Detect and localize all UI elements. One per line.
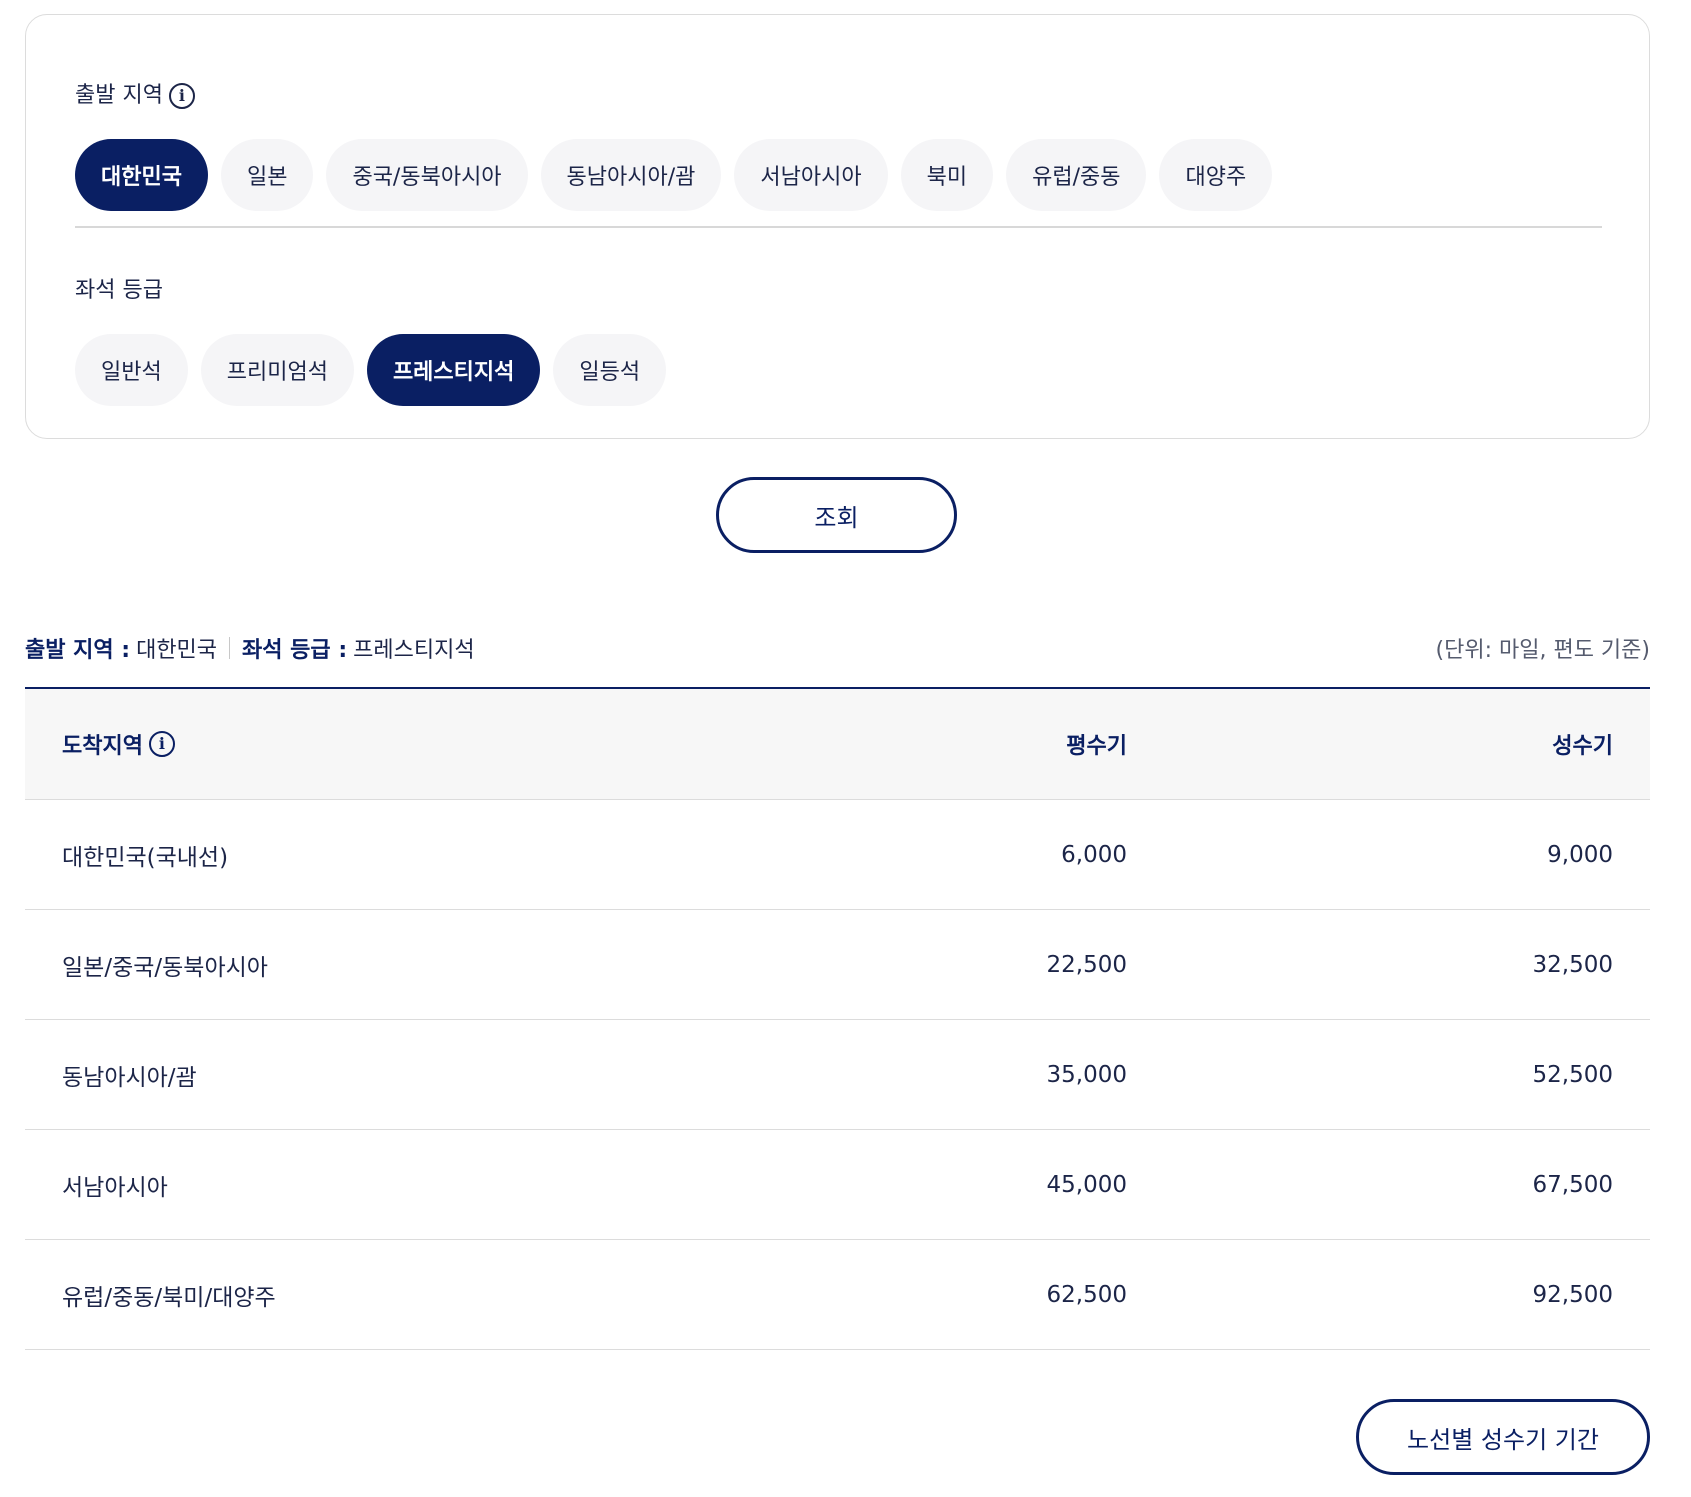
departure-chip-north-america[interactable]: 북미 [900, 139, 994, 211]
info-icon[interactable]: i [168, 83, 195, 109]
class-section-label: 좌석 등급 [75, 280, 163, 302]
unit-note: (단위: 마일, 편도 기준) [1435, 638, 1650, 663]
search-button[interactable]: 조회 [716, 477, 957, 553]
departure-chip-korea[interactable]: 대한민국 [75, 139, 208, 211]
section-divider [75, 226, 1602, 228]
table-row: 서남아시아 45,000 67,500 [25, 1130, 1650, 1240]
departure-label: 출발 지역 [75, 83, 163, 108]
class-chip-prestige[interactable]: 프레스티지석 [366, 334, 541, 406]
table-header: 도착지역 i 평수기 성수기 [25, 687, 1650, 800]
header-destination: 도착지역 i [62, 728, 175, 760]
departure-section-label: 출발 지역 i [75, 83, 195, 109]
table-row: 동남아시아/괌 35,000 52,500 [25, 1020, 1650, 1130]
peak-period-button[interactable]: 노선별 성수기 기간 [1356, 1399, 1650, 1475]
row-peak: 52,500 [1532, 1061, 1613, 1088]
summary-departure-key: 출발 지역 : [25, 638, 131, 663]
header-destination-label: 도착지역 [62, 734, 143, 759]
class-label: 좌석 등급 [75, 278, 163, 303]
row-off-peak: 6,000 [1061, 841, 1127, 868]
row-destination: 대한민국(국내선) [62, 844, 229, 871]
info-icon[interactable]: i [148, 731, 175, 757]
departure-chip-oceania[interactable]: 대양주 [1159, 139, 1273, 211]
row-peak: 67,500 [1532, 1171, 1613, 1198]
mileage-table: 도착지역 i 평수기 성수기 대한민국(국내선) 6,000 9,000 일본/… [25, 687, 1650, 1350]
table-row: 대한민국(국내선) 6,000 9,000 [25, 800, 1650, 910]
table-row: 일본/중국/동북아시아 22,500 32,500 [25, 910, 1650, 1020]
class-chip-economy[interactable]: 일반석 [75, 334, 188, 406]
departure-chip-europe-middle-east[interactable]: 유럽/중동 [1006, 139, 1147, 211]
summary-departure-value: 대한민국 [136, 638, 218, 663]
departure-chip-southwest-asia[interactable]: 서남아시아 [734, 139, 888, 211]
header-peak: 성수기 [1552, 734, 1613, 759]
row-destination: 동남아시아/괌 [62, 1064, 197, 1091]
summary-separator [229, 637, 231, 659]
row-off-peak: 35,000 [1046, 1061, 1127, 1088]
summary-class-value: 프레스티지석 [353, 638, 475, 663]
class-chip-first[interactable]: 일등석 [553, 334, 667, 406]
summary-class-key: 좌석 등급 : [242, 638, 348, 663]
row-destination: 서남아시아 [62, 1174, 168, 1201]
row-peak: 9,000 [1547, 841, 1613, 868]
departure-chip-japan[interactable]: 일본 [220, 139, 314, 211]
class-options: 일반석 프리미엄석 프레스티지석 일등석 [75, 334, 667, 406]
row-destination: 일본/중국/동북아시아 [62, 954, 268, 981]
row-destination: 유럽/중동/북미/대양주 [62, 1284, 276, 1311]
row-off-peak: 62,500 [1046, 1281, 1127, 1308]
row-off-peak: 45,000 [1046, 1171, 1127, 1198]
class-chip-premium[interactable]: 프리미엄석 [200, 334, 354, 406]
row-peak: 32,500 [1532, 951, 1613, 978]
departure-chip-china-northeast-asia[interactable]: 중국/동북아시아 [326, 139, 528, 211]
departure-options: 대한민국 일본 중국/동북아시아 동남아시아/괌 서남아시아 북미 유럽/중동 … [75, 139, 1273, 211]
departure-chip-southeast-asia-guam[interactable]: 동남아시아/괌 [540, 139, 722, 211]
row-peak: 92,500 [1532, 1281, 1613, 1308]
table-row: 유럽/중동/북미/대양주 62,500 92,500 [25, 1240, 1650, 1350]
header-off-peak: 평수기 [1066, 734, 1127, 759]
filter-panel: 출발 지역 i 대한민국 일본 중국/동북아시아 동남아시아/괌 서남아시아 북… [25, 14, 1650, 439]
row-off-peak: 22,500 [1046, 951, 1127, 978]
selection-summary: 출발 지역 : 대한민국 좌석 등급 : 프레스티지석 [25, 632, 475, 664]
